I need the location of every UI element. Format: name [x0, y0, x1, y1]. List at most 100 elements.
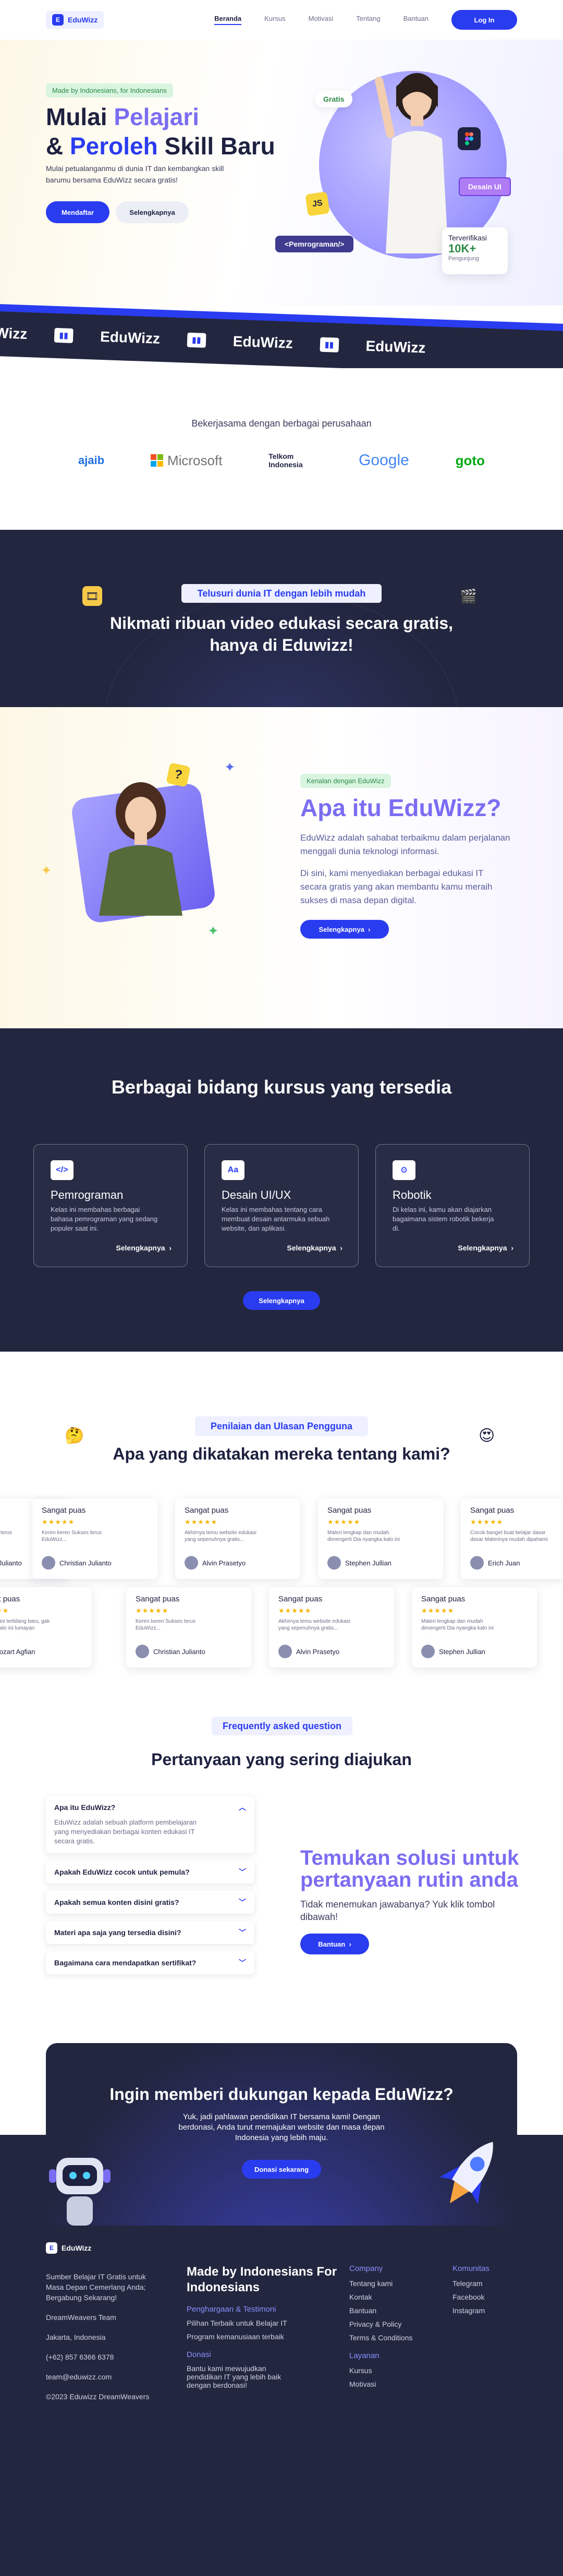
footer-heading: Donasi — [187, 2350, 211, 2359]
faq-question: Bagaimana cara mendapatkan sertifikat? — [54, 1959, 197, 1967]
hero-more-button[interactable]: Selengkapnya — [116, 201, 189, 223]
avatar — [470, 1556, 484, 1570]
footer-link-tentang[interactable]: Tentang kami — [349, 2279, 433, 2288]
javascript-icon: JS — [305, 191, 330, 216]
footer-brand-column: E EduWizz Sumber Belajar IT Gratis untuk… — [46, 2227, 150, 2411]
verified-count: 10K+ — [448, 242, 476, 255]
footer-link-telegram[interactable]: Telegram — [452, 2279, 525, 2288]
testimonial-heading: Sangat puas — [470, 1506, 515, 1515]
faq-help-title: Temukan solusi untuk pertanyaan rutin an… — [300, 1846, 519, 1891]
testimonial-author: Christian Julianto — [59, 1559, 112, 1567]
sparkle-icon: ✦ — [41, 862, 52, 878]
footer-team: DreamWeavers Team — [46, 2313, 116, 2322]
nav-bantuan[interactable]: Bantuan — [403, 15, 429, 25]
faq-item[interactable]: Apakah EduWizz cocok untuk pemula? ﹀ — [46, 1861, 254, 1884]
avatar — [42, 1556, 55, 1570]
course-more-link[interactable]: Selengkapnya › — [116, 1244, 172, 1252]
footer-link-motivasi[interactable]: Motivasi — [349, 2380, 433, 2388]
testimonials-title: Apa yang dikatakan mereka tentang kami? — [113, 1444, 450, 1463]
footer-link-instagram[interactable]: Instagram — [452, 2306, 525, 2315]
course-card-robotik[interactable]: ⚙ Robotik Di kelas ini, kamu akan diajar… — [375, 1144, 530, 1267]
course-title: Robotik — [393, 1188, 432, 1201]
course-more-label: Selengkapnya — [287, 1244, 336, 1252]
testimonial-card: Sangat puas ★★★★★ Meskipun ini terbilang… — [0, 1587, 92, 1668]
testimonial-body: Meskipun ini terbilang baru, gak nyangka… — [0, 1619, 50, 1633]
partner-logo-ajaib: ajaib — [78, 454, 105, 467]
donate-button[interactable]: Donasi sekarang — [242, 2160, 321, 2179]
footer-link-privacy[interactable]: Privacy & Policy — [349, 2320, 433, 2328]
hero-person-illustration — [375, 73, 448, 253]
login-button[interactable]: Log In — [451, 10, 517, 30]
testimonial-author: Christian Julianto — [153, 1647, 205, 1656]
footer-phone: (+62) 857 6366 6378 — [46, 2353, 114, 2361]
testimonial-body: Keren keren Sukses terus EduWizz... — [136, 1619, 196, 1631]
testimonial-heading: Sangat puas — [185, 1506, 229, 1515]
footer-link-bantuan[interactable]: Bantuan — [349, 2306, 433, 2315]
course-description: Kelas ini membahas berbagai bahasa pemro… — [51, 1206, 158, 1232]
footer-link-kontak[interactable]: Kontak — [349, 2293, 433, 2301]
hero-description: Mulai petualanganmu di dunia IT dan kemb… — [46, 164, 224, 184]
footer-email[interactable]: team@eduwizz.com — [46, 2372, 150, 2382]
faq-item[interactable]: Materi apa saja yang tersedia disini? ﹀ — [46, 1921, 254, 1944]
sparkle-icon: ✦ — [207, 923, 219, 939]
faq-item[interactable]: Bagaimana cara mendapatkan sertifikat? ﹀ — [46, 1951, 254, 1974]
donate-wrapper: Ingin memberi dukungan kepada EduWizz? Y… — [0, 2043, 563, 2227]
hero-section: Made by Indonesians, for Indonesians Mul… — [0, 40, 563, 306]
faq-item-open[interactable]: Apa itu EduWizz? ︿ EduWizz adalah sebuah… — [46, 1796, 254, 1853]
testimonial-author: Alvin Prasetyo — [296, 1647, 340, 1656]
partner-logo-goto: goto — [455, 452, 485, 468]
video-title-line: hanya di Eduwizz! — [210, 636, 353, 654]
band-word: EduWizz — [232, 333, 293, 351]
footer-link-terms[interactable]: Terms & Conditions — [349, 2334, 433, 2342]
about-more-button[interactable]: Selengkapnya › — [300, 920, 389, 939]
footer-community-column: Komunitas Telegram Facebook Instagram — [452, 2264, 525, 2320]
rocket-icon — [439, 2142, 493, 2204]
help-button[interactable]: Bantuan › — [300, 1934, 369, 1954]
footer-location: Jakarta, Indonesia — [46, 2333, 106, 2341]
course-more-link[interactable]: Selengkapnya › — [458, 1244, 513, 1252]
nav-kursus[interactable]: Kursus — [264, 15, 285, 25]
courses-more-button[interactable]: Selengkapnya — [243, 1291, 320, 1310]
course-title: Desain UI/UX — [222, 1188, 291, 1201]
rating-stars: ★★★★★ — [421, 1607, 455, 1614]
robot-icon — [49, 2158, 111, 2226]
testimonial-heading: Sangat puas — [136, 1595, 180, 1603]
nav-motivasi[interactable]: Motivasi — [309, 15, 334, 25]
course-more-link[interactable]: Selengkapnya › — [287, 1244, 342, 1252]
faq-item[interactable]: Apakah semua konten disini gratis? ﹀ — [46, 1891, 254, 1914]
register-button[interactable]: Mendaftar — [46, 201, 109, 223]
faq-title: Pertanyaan yang sering diajukan — [151, 1750, 412, 1769]
hero-title-part: & — [46, 132, 70, 160]
testimonial-body: Akhirnya temu website edukasi yang sepen… — [278, 1619, 350, 1631]
question-icon: ? — [166, 762, 191, 787]
footer-link-facebook[interactable]: Facebook — [452, 2293, 525, 2301]
testimonial-card: Sangat puas ★★★★★ Materi lengkap dan mud… — [318, 1499, 443, 1579]
avatar — [278, 1645, 292, 1658]
main-nav: Beranda Kursus Motivasi Tentang Bantuan — [214, 15, 429, 25]
film-icon: 🎞 — [82, 586, 102, 606]
about-title: Apa itu EduWizz? — [300, 794, 501, 821]
book-icon: ▮▮ — [54, 327, 74, 344]
testimonial-heading: Sangat puas — [421, 1595, 466, 1603]
nav-beranda[interactable]: Beranda — [214, 15, 242, 25]
course-card-pemrograman[interactable]: </> Pemrograman Kelas ini membahas berba… — [33, 1144, 188, 1267]
logo[interactable]: E EduWizz — [46, 11, 104, 29]
partners-section: Bekerjasama dengan berbagai perusahaan a… — [0, 368, 563, 530]
footer-link-kursus[interactable]: Kursus — [349, 2366, 433, 2375]
thinking-emoji-icon: 🤔 — [65, 1427, 84, 1444]
band-word: EduWizz — [100, 328, 161, 347]
tag-desain-ui: Desain UI — [459, 177, 511, 196]
hero-title: Mulai Pelajari & Peroleh Skill Baru — [46, 102, 275, 161]
faq-help-description: Tidak menemukan jawabanya? Yuk klik tomb… — [300, 1899, 495, 1922]
about-more-label: Selengkapnya — [319, 925, 364, 933]
course-card-desain[interactable]: Aa Desain UI/UX Kelas ini membahas tenta… — [204, 1144, 359, 1267]
tag-pemrograman: <Pemrograman/> — [275, 236, 354, 252]
rating-stars: ★★★★★ — [0, 1607, 9, 1614]
footer-about-column: Made by Indonesians For Indonesians Peng… — [187, 2264, 343, 2395]
courses-section: Berbagai bidang kursus yang tersedia </>… — [0, 1028, 563, 1352]
sparkle-icon: ✦ — [224, 759, 236, 775]
footer-logo[interactable]: E EduWizz — [46, 2242, 150, 2254]
nav-tentang[interactable]: Tentang — [356, 15, 380, 25]
faq-answer: EduWizz adalah sebuah platform pembelaja… — [54, 1818, 197, 1845]
band-word: Wizz — [0, 324, 28, 342]
